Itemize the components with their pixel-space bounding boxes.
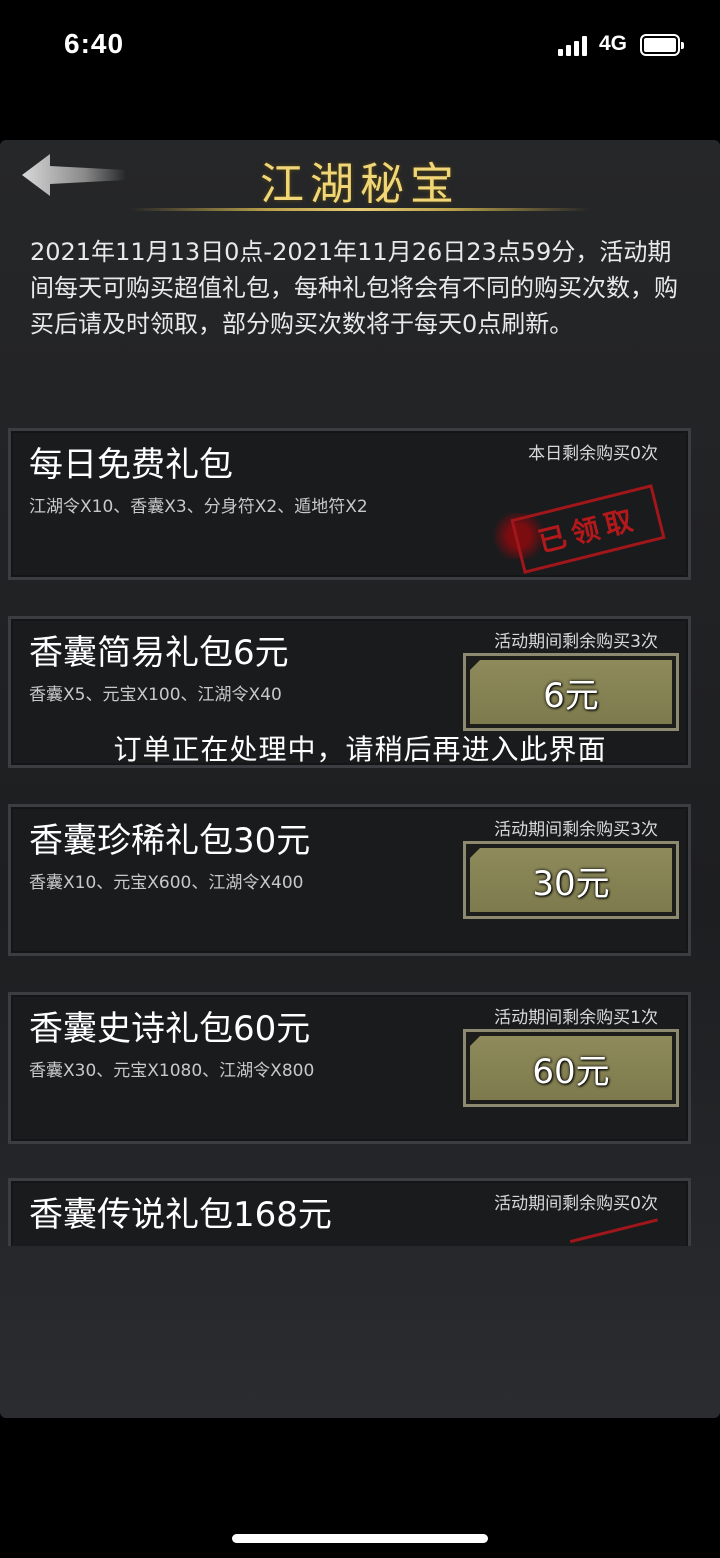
price-label: 6元 xyxy=(543,675,599,716)
toast-message: 订单正在处理中，请稍后再进入此界面 xyxy=(113,733,607,766)
buy-button-face: 6元 xyxy=(470,660,672,724)
stamp-frame: 已领取 xyxy=(510,484,666,574)
buy-button-30[interactable]: 30元 xyxy=(463,841,679,919)
package-contents: 香囊X5、元宝X100、江湖令X40 xyxy=(29,685,282,705)
page-title: 江湖秘宝 xyxy=(260,159,460,210)
status-time: 6:40 xyxy=(64,28,125,59)
package-title: 香囊史诗礼包60元 xyxy=(29,1009,311,1049)
purchase-limit: 活动期间剩余购买1次 xyxy=(494,1008,658,1028)
purchase-limit: 活动期间剩余购买3次 xyxy=(494,632,658,652)
battery-icon xyxy=(640,34,684,56)
purchase-limit: 活动期间剩余购买0次 xyxy=(494,1194,658,1214)
status-bar: 6:40 4G xyxy=(0,0,720,92)
price-label: 30元 xyxy=(532,863,610,904)
package-title: 香囊简易礼包6元 xyxy=(29,633,289,673)
claimed-stamp: 已领取 xyxy=(489,484,669,574)
package-card-30: 香囊珍稀礼包30元 活动期间剩余购买3次 香囊X10、元宝X600、江湖令X40… xyxy=(8,804,691,956)
package-title: 香囊传说礼包168元 xyxy=(29,1195,332,1235)
package-contents: 香囊X10、元宝X600、江湖令X400 xyxy=(29,873,304,893)
claimed-stamp-partial xyxy=(569,1218,663,1246)
package-card-60: 香囊史诗礼包60元 活动期间剩余购买1次 香囊X30、元宝X1080、江湖令X8… xyxy=(8,992,691,1144)
purchase-limit: 本日剩余购买0次 xyxy=(528,444,658,464)
buy-button-60[interactable]: 60元 xyxy=(463,1029,679,1107)
buy-button-face: 60元 xyxy=(470,1036,672,1100)
event-description: 2021年11月13日0点-2021年11月26日23点59分，活动期间每天可购… xyxy=(30,238,678,338)
purchase-limit: 活动期间剩余购买3次 xyxy=(494,820,658,840)
scroll-clip-area[interactable]: 香囊传说礼包168元 活动期间剩余购买0次 xyxy=(0,1178,720,1246)
stamp-label: 已领取 xyxy=(534,502,642,559)
buy-button-face: 30元 xyxy=(470,848,672,912)
price-label: 60元 xyxy=(532,1051,610,1092)
package-card-168: 香囊传说礼包168元 活动期间剩余购买0次 xyxy=(8,1178,691,1246)
buy-button-6[interactable]: 6元 xyxy=(463,653,679,731)
home-indicator[interactable] xyxy=(232,1534,488,1543)
package-title: 香囊珍稀礼包30元 xyxy=(29,821,311,861)
signal-icon xyxy=(558,36,590,56)
network-type: 4G xyxy=(599,32,628,55)
package-contents: 香囊X30、元宝X1080、江湖令X800 xyxy=(29,1061,315,1081)
title-divider xyxy=(130,208,590,211)
package-title: 每日免费礼包 xyxy=(29,445,233,485)
package-contents: 江湖令X10、香囊X3、分身符X2、遁地符X2 xyxy=(29,497,368,517)
package-card-daily-free: 每日免费礼包 本日剩余购买0次 江湖令X10、香囊X3、分身符X2、遁地符X2 … xyxy=(8,428,691,580)
